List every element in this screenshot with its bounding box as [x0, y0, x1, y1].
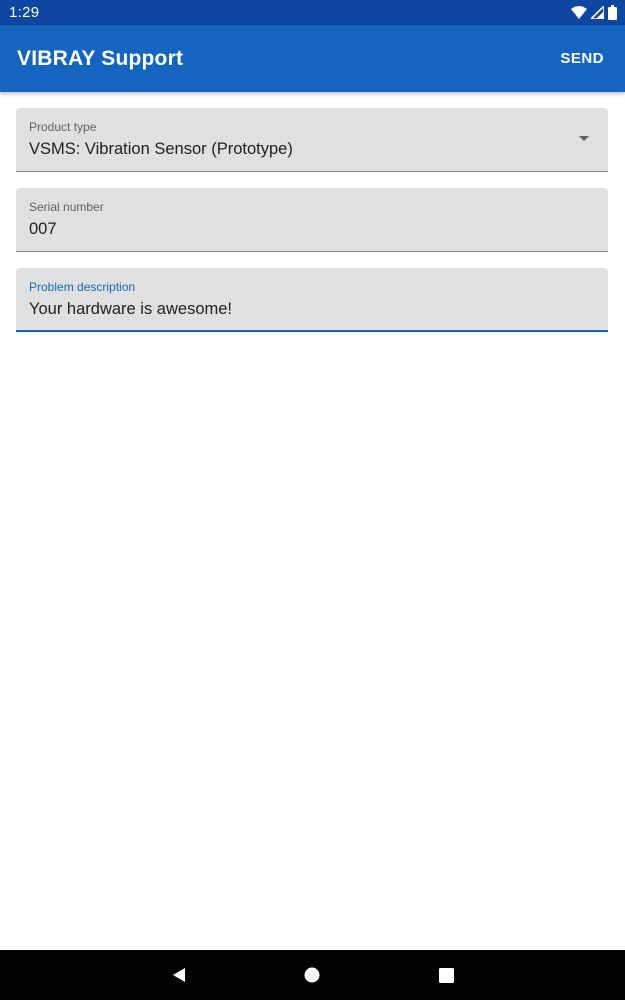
app-bar: VIBRAY Support SEND [0, 25, 625, 92]
status-bar: 1:29 [0, 0, 625, 25]
serial-number-field[interactable]: Serial number 007 [16, 188, 608, 252]
navigation-bar [0, 950, 625, 1000]
app-title: VIBRAY Support [17, 47, 184, 70]
dropdown-arrow-icon [579, 136, 589, 141]
serial-number-value: 007 [29, 220, 57, 238]
serial-number-label: Serial number [29, 200, 104, 214]
status-icons [571, 5, 617, 20]
product-type-dropdown[interactable]: Product type VSMS: Vibration Sensor (Pro… [16, 108, 608, 172]
send-button[interactable]: SEND [551, 40, 613, 76]
product-type-label: Product type [29, 120, 97, 134]
problem-description-field[interactable]: Problem description Your hardware is awe… [16, 268, 608, 332]
wifi-icon [571, 6, 587, 19]
problem-description-value: Your hardware is awesome! [29, 300, 232, 318]
status-time: 1:29 [9, 4, 40, 21]
product-type-value: VSMS: Vibration Sensor (Prototype) [29, 140, 293, 158]
recents-icon[interactable] [434, 963, 458, 987]
home-icon[interactable] [300, 963, 324, 987]
back-icon[interactable] [167, 963, 191, 987]
signal-icon [591, 6, 604, 19]
battery-icon [608, 5, 617, 20]
problem-description-label: Problem description [29, 280, 136, 294]
screen: 1:29 VIBRAY Support SEND Product type VS… [0, 0, 625, 1000]
